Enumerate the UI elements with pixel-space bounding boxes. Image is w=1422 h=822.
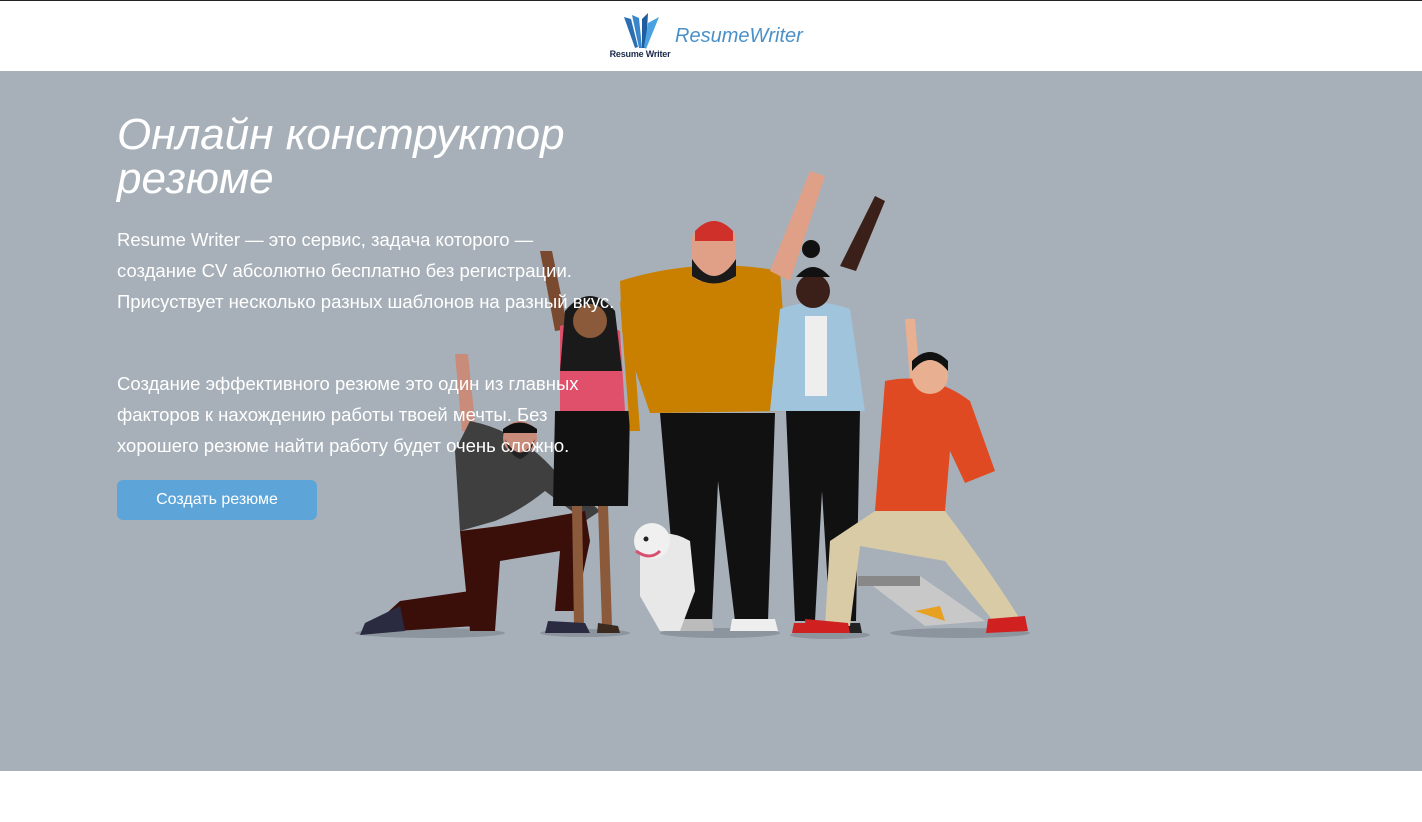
hero-description-1: Resume Writer — это сервис, задача котор… (117, 229, 615, 312)
site-header: Resume Writer ResumeWriter (0, 1, 1422, 71)
hero-section: Онлайн конструктор резюме Resume Writer … (0, 71, 1422, 771)
brand-name-link[interactable]: ResumeWriter (675, 25, 803, 48)
hero-description-2: Создание эффективного резюме это один из… (117, 373, 579, 456)
resume-writer-logo-icon[interactable]: Resume Writer (604, 11, 676, 63)
hero-title: Онлайн конструктор резюме (117, 110, 565, 203)
create-resume-button[interactable]: Создать резюме (117, 480, 317, 520)
logo-caption: Resume Writer (609, 49, 671, 59)
